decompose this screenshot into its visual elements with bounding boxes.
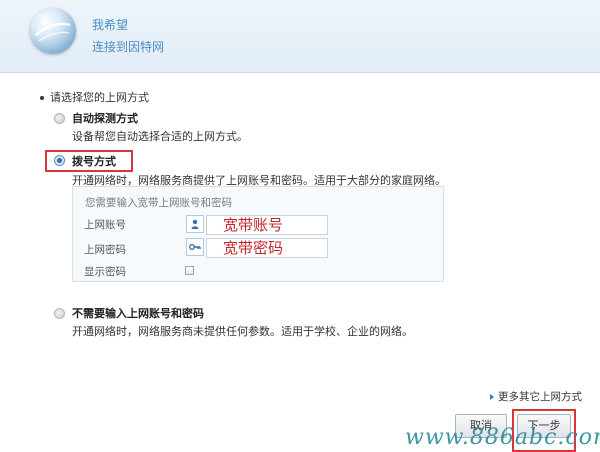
option-no-credentials-title[interactable]: 不需要输入上网账号和密码 (72, 305, 204, 321)
triangle-right-icon (490, 394, 494, 400)
option-auto-detect-title[interactable]: 自动探测方式 (72, 110, 138, 126)
header-banner: 我希望 连接到因特网 (0, 0, 600, 73)
more-methods-link[interactable]: 更多其它上网方式 (490, 389, 582, 404)
more-methods-link-text[interactable]: 更多其它上网方式 (498, 391, 582, 403)
panel-heading: 您需要输入宽带上网账号和密码 (85, 197, 232, 209)
section-heading-text: 请选择您的上网方式 (50, 91, 149, 104)
bullet-icon (40, 96, 44, 100)
account-label: 上网账号 (84, 219, 126, 231)
radio-dialup[interactable] (54, 155, 65, 166)
password-input[interactable]: 宽带密码 (206, 238, 328, 258)
header-subtitle: 连接到因特网 (92, 40, 165, 54)
option-dialup-title[interactable]: 拨号方式 (72, 153, 116, 169)
show-password-label: 显示密码 (84, 266, 126, 278)
user-icon (186, 215, 204, 233)
site-watermark: www.886abc.com (405, 425, 600, 450)
password-label: 上网密码 (84, 244, 126, 256)
radio-no-credentials[interactable] (54, 308, 65, 319)
globe-logo-icon (30, 8, 76, 54)
option-no-credentials-desc: 开通网络时，网络服务商未提供任何参数。适用于学校、企业的网络。 (72, 325, 413, 338)
section-heading: 请选择您的上网方式 (40, 89, 149, 105)
account-input[interactable]: 宽带账号 (206, 215, 328, 235)
header-title: 我希望 (92, 18, 129, 32)
option-auto-detect-desc: 设备帮您自动选择合适的上网方式。 (72, 130, 248, 143)
key-icon (186, 238, 204, 256)
show-password-checkbox[interactable] (185, 266, 194, 275)
radio-auto-detect[interactable] (54, 113, 65, 124)
